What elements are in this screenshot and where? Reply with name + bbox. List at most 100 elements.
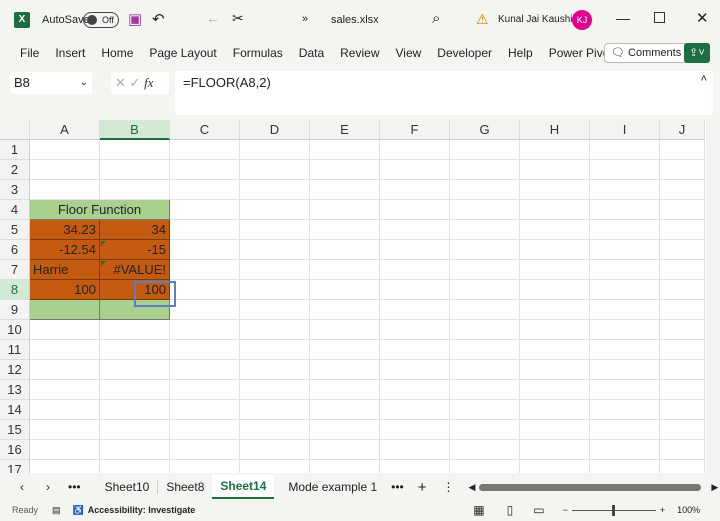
row-header[interactable]: 13 bbox=[0, 380, 30, 400]
cell-A16[interactable] bbox=[30, 440, 100, 460]
add-sheet-icon[interactable]: + bbox=[418, 479, 427, 496]
cell-J11[interactable] bbox=[660, 340, 705, 360]
cell-H2[interactable] bbox=[520, 160, 590, 180]
cell-J7[interactable] bbox=[660, 260, 705, 280]
cell-J14[interactable] bbox=[660, 400, 705, 420]
page-layout-view-icon[interactable]: ▯ bbox=[507, 503, 514, 517]
more-sheets-icon[interactable]: ••• bbox=[68, 480, 81, 494]
cell-F16[interactable] bbox=[380, 440, 450, 460]
cell-I13[interactable] bbox=[590, 380, 660, 400]
macro-icon[interactable]: ▤ bbox=[52, 505, 61, 516]
column-header[interactable]: H bbox=[520, 120, 590, 140]
comments-button[interactable]: 🗨 Comments bbox=[604, 43, 689, 63]
cell-D13[interactable] bbox=[240, 380, 310, 400]
cell-E15[interactable] bbox=[310, 420, 380, 440]
cell-F17[interactable] bbox=[380, 460, 450, 473]
row-header[interactable]: 5 bbox=[0, 220, 30, 240]
cell-F3[interactable] bbox=[380, 180, 450, 200]
cell-A3[interactable] bbox=[30, 180, 100, 200]
cell-H11[interactable] bbox=[520, 340, 590, 360]
cell-F6[interactable] bbox=[380, 240, 450, 260]
cell-I17[interactable] bbox=[590, 460, 660, 473]
enter-icon[interactable]: ✓ bbox=[130, 75, 141, 90]
cell-H1[interactable] bbox=[520, 140, 590, 160]
cell-G1[interactable] bbox=[450, 140, 520, 160]
cell-D7[interactable] bbox=[240, 260, 310, 280]
prev-sheet-icon[interactable]: ‹ bbox=[20, 480, 24, 494]
cell-A1[interactable] bbox=[30, 140, 100, 160]
row-header[interactable]: 1 bbox=[0, 140, 30, 160]
cell-A4[interactable]: Floor Function bbox=[30, 200, 170, 220]
cell-F8[interactable] bbox=[380, 280, 450, 300]
accessibility-status[interactable]: Accessibility: Investigate bbox=[88, 505, 196, 515]
options-icon[interactable]: ⋮ bbox=[443, 480, 455, 494]
cell-A17[interactable] bbox=[30, 460, 100, 473]
cell-B11[interactable] bbox=[100, 340, 170, 360]
cancel-icon[interactable]: ✕ bbox=[115, 75, 126, 90]
cell-C17[interactable] bbox=[170, 460, 240, 473]
scroll-left-icon[interactable]: ◀ bbox=[469, 482, 476, 493]
cell-E12[interactable] bbox=[310, 360, 380, 380]
cell-G2[interactable] bbox=[450, 160, 520, 180]
zoom-out-icon[interactable]: − bbox=[563, 505, 568, 515]
cell-C14[interactable] bbox=[170, 400, 240, 420]
cell-I1[interactable] bbox=[590, 140, 660, 160]
tab-review[interactable]: Review bbox=[332, 44, 387, 62]
column-header[interactable]: E bbox=[310, 120, 380, 140]
cell-B15[interactable] bbox=[100, 420, 170, 440]
cell-C16[interactable] bbox=[170, 440, 240, 460]
cell-E6[interactable] bbox=[310, 240, 380, 260]
cell-E4[interactable] bbox=[310, 200, 380, 220]
cell-J2[interactable] bbox=[660, 160, 705, 180]
row-header[interactable]: 7 bbox=[0, 260, 30, 280]
cell-J8[interactable] bbox=[660, 280, 705, 300]
cell-B5[interactable]: 34 bbox=[100, 220, 170, 240]
cell-C15[interactable] bbox=[170, 420, 240, 440]
cell-F11[interactable] bbox=[380, 340, 450, 360]
cell-B16[interactable] bbox=[100, 440, 170, 460]
cell-A2[interactable] bbox=[30, 160, 100, 180]
cell-F4[interactable] bbox=[380, 200, 450, 220]
cell-J10[interactable] bbox=[660, 320, 705, 340]
cell-F14[interactable] bbox=[380, 400, 450, 420]
row-header[interactable]: 17 bbox=[0, 460, 30, 473]
collapse-icon[interactable]: ˄ bbox=[701, 73, 707, 85]
cell-F9[interactable] bbox=[380, 300, 450, 320]
close-icon[interactable]: ✕ bbox=[696, 9, 709, 27]
cell-D10[interactable] bbox=[240, 320, 310, 340]
cell-C1[interactable] bbox=[170, 140, 240, 160]
cell-F12[interactable] bbox=[380, 360, 450, 380]
cell-G11[interactable] bbox=[450, 340, 520, 360]
cell-I14[interactable] bbox=[590, 400, 660, 420]
cell-E11[interactable] bbox=[310, 340, 380, 360]
cell-E10[interactable] bbox=[310, 320, 380, 340]
row-header[interactable]: 12 bbox=[0, 360, 30, 380]
tab-formulas[interactable]: Formulas bbox=[225, 44, 291, 62]
tab-help[interactable]: Help bbox=[500, 44, 541, 62]
chevron-down-icon[interactable]: ⌄ bbox=[80, 72, 88, 94]
column-header[interactable]: B bbox=[100, 120, 170, 140]
cell-G5[interactable] bbox=[450, 220, 520, 240]
row-header[interactable]: 15 bbox=[0, 420, 30, 440]
autosave-toggle[interactable]: Off bbox=[83, 12, 119, 28]
cell-D17[interactable] bbox=[240, 460, 310, 473]
column-header[interactable]: G bbox=[450, 120, 520, 140]
row-header[interactable]: 8 bbox=[0, 280, 30, 300]
cell-A9[interactable] bbox=[30, 300, 100, 320]
cell-I7[interactable] bbox=[590, 260, 660, 280]
cell-F10[interactable] bbox=[380, 320, 450, 340]
cell-I2[interactable] bbox=[590, 160, 660, 180]
row-header[interactable]: 4 bbox=[0, 200, 30, 220]
tab-insert[interactable]: Insert bbox=[47, 44, 93, 62]
cell-B17[interactable] bbox=[100, 460, 170, 473]
cell-H8[interactable] bbox=[520, 280, 590, 300]
cell-A5[interactable]: 34.23 bbox=[30, 220, 100, 240]
column-header[interactable]: F bbox=[380, 120, 450, 140]
cell-G6[interactable] bbox=[450, 240, 520, 260]
cell-G4[interactable] bbox=[450, 200, 520, 220]
cell-A12[interactable] bbox=[30, 360, 100, 380]
maximize-icon[interactable] bbox=[654, 12, 665, 23]
cell-C10[interactable] bbox=[170, 320, 240, 340]
row-header[interactable]: 3 bbox=[0, 180, 30, 200]
cell-I15[interactable] bbox=[590, 420, 660, 440]
